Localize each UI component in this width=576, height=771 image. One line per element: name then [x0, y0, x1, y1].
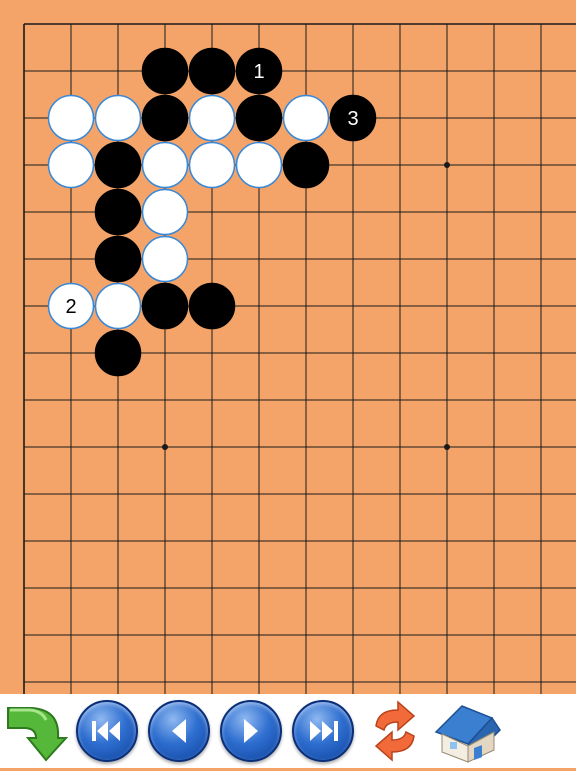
- white-stone: [94, 282, 142, 330]
- white-stone: [141, 141, 189, 189]
- white-stone: [94, 94, 142, 142]
- black-stone: [141, 94, 189, 142]
- white-stone: [235, 141, 283, 189]
- star-point: [162, 444, 168, 450]
- black-stone: [282, 141, 330, 189]
- next-move-button[interactable]: [220, 700, 282, 762]
- move-number-label: 1: [253, 61, 264, 83]
- white-stone: [47, 141, 95, 189]
- skip-to-end-icon: [310, 721, 338, 741]
- white-stone: 2: [47, 282, 95, 330]
- black-stone: [141, 47, 189, 95]
- star-point: [444, 162, 450, 168]
- navigation-toolbar: [0, 694, 576, 768]
- board-grid[interactable]: 1 3 2: [0, 0, 576, 694]
- black-stone: [141, 282, 189, 330]
- black-stone: 3: [329, 94, 377, 142]
- move-number-label: 3: [347, 108, 358, 130]
- white-stone: [188, 94, 236, 142]
- go-board[interactable]: 1 3 2: [0, 0, 576, 694]
- refresh-arrows-icon: [374, 700, 416, 762]
- star-point: [444, 444, 450, 450]
- last-move-button[interactable]: [292, 700, 354, 762]
- step-forward-icon: [244, 719, 258, 743]
- black-stone: 1: [235, 47, 283, 95]
- black-stone: [94, 329, 142, 377]
- black-stone: [235, 94, 283, 142]
- skip-to-start-icon: [92, 721, 120, 741]
- black-stone: [188, 282, 236, 330]
- first-move-button[interactable]: [76, 700, 138, 762]
- black-stone: [188, 47, 236, 95]
- black-stone: [94, 188, 142, 236]
- house-icon: [434, 705, 501, 763]
- step-back-icon: [172, 719, 186, 743]
- white-stone: [141, 188, 189, 236]
- undo-button[interactable]: [2, 698, 70, 764]
- white-stone: [188, 141, 236, 189]
- black-stone: [94, 235, 142, 283]
- black-stone: [94, 141, 142, 189]
- reset-button[interactable]: [362, 700, 428, 762]
- previous-move-button[interactable]: [148, 700, 210, 762]
- curved-arrow-icon: [7, 707, 69, 762]
- white-stone: [47, 94, 95, 142]
- white-stone: [282, 94, 330, 142]
- white-stone: [141, 235, 189, 283]
- move-number-label: 2: [65, 296, 76, 318]
- home-button[interactable]: [430, 696, 504, 766]
